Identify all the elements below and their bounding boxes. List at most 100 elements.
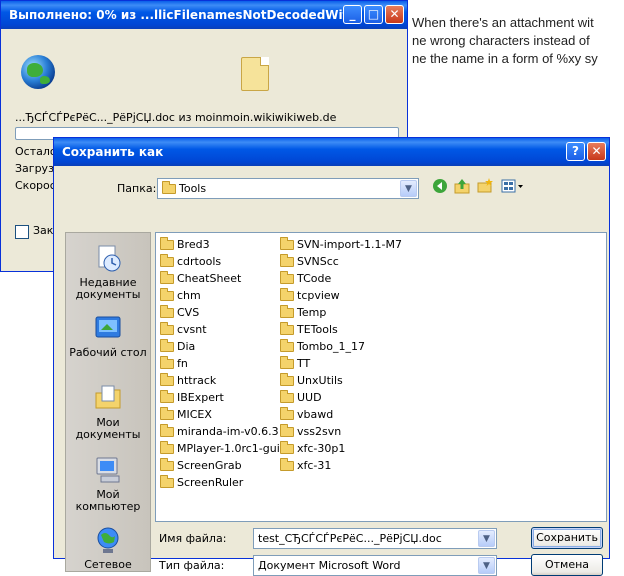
up-folder-icon[interactable] bbox=[453, 178, 471, 196]
folder-icon bbox=[280, 424, 294, 437]
folder-item[interactable]: Tombo_1_17 bbox=[280, 339, 365, 355]
chevron-down-icon[interactable]: ▼ bbox=[478, 530, 495, 547]
folder-item[interactable]: Temp bbox=[280, 305, 326, 321]
folder-icon bbox=[160, 339, 174, 352]
folder-item[interactable]: CheatSheet bbox=[160, 271, 241, 287]
folder-item[interactable]: Dia bbox=[160, 339, 195, 355]
dialog-close-button[interactable]: ✕ bbox=[587, 142, 606, 161]
place-my-documents[interactable]: Мои документы bbox=[66, 383, 150, 441]
cancel-button[interactable]: Отмена bbox=[531, 554, 603, 576]
folder-icon bbox=[160, 356, 174, 369]
filetype-label: Тип файла: bbox=[159, 559, 225, 572]
folder-item[interactable]: vss2svn bbox=[280, 424, 341, 440]
my-documents-icon bbox=[93, 383, 123, 413]
folder-item-label: IBExpert bbox=[177, 391, 224, 404]
folder-item[interactable]: UUD bbox=[280, 390, 322, 406]
folder-item[interactable]: TETools bbox=[280, 322, 338, 338]
new-folder-icon[interactable] bbox=[476, 178, 494, 196]
place-network[interactable]: Сетевое bbox=[66, 525, 150, 571]
folder-icon bbox=[280, 407, 294, 420]
globe-icon bbox=[21, 55, 55, 89]
folder-icon bbox=[280, 254, 294, 267]
folder-item[interactable]: ScreenGrab bbox=[160, 458, 242, 474]
folder-combobox[interactable]: Tools ▼ bbox=[157, 178, 419, 199]
place-label: Мои документы bbox=[75, 416, 141, 441]
folder-item-label: cdrtools bbox=[177, 255, 222, 268]
folder-item[interactable]: MICEX bbox=[160, 407, 212, 423]
folder-item[interactable]: miranda-im-v0.6.3 bbox=[160, 424, 279, 440]
folder-icon bbox=[160, 322, 174, 335]
place-label: Сетевое bbox=[84, 558, 132, 571]
place-desktop[interactable]: Рабочий стол bbox=[66, 313, 150, 359]
place-label: Рабочий стол bbox=[69, 346, 147, 359]
view-menu-icon[interactable] bbox=[500, 178, 526, 196]
save-button[interactable]: Сохранить bbox=[531, 527, 603, 549]
folder-icon bbox=[280, 237, 294, 250]
progress-window-title: Выполнено: 0% из ...llicFilenamesNotDeco… bbox=[9, 8, 363, 22]
save-dialog-titlebar[interactable]: Сохранить как ? ✕ bbox=[54, 138, 609, 166]
folder-icon bbox=[280, 305, 294, 318]
folder-icon bbox=[162, 181, 176, 194]
folder-item-label: SVNScc bbox=[297, 255, 339, 268]
back-icon[interactable] bbox=[431, 178, 449, 196]
recent-documents-icon bbox=[93, 243, 123, 273]
folder-icon bbox=[280, 271, 294, 284]
place-label: Мой компьютер bbox=[75, 488, 141, 513]
chevron-down-icon[interactable]: ▼ bbox=[478, 557, 495, 574]
folder-item-label: vss2svn bbox=[297, 425, 342, 438]
folder-item[interactable]: chm bbox=[160, 288, 201, 304]
folder-file-list[interactable]: Bred3 cdrtools CheatSheet chm CVS cvsnt Dia fn h… bbox=[155, 232, 607, 522]
folder-item[interactable]: TCode bbox=[280, 271, 331, 287]
folder-icon bbox=[280, 458, 294, 471]
filetype-select[interactable]: Документ Microsoft Word ▼ bbox=[253, 555, 497, 576]
folder-item[interactable]: cdrtools bbox=[160, 254, 221, 270]
article-line: ne wrong characters instead of bbox=[412, 33, 590, 48]
folder-item-label: chm bbox=[177, 289, 201, 302]
place-label: Недавние документы bbox=[75, 276, 141, 301]
folder-item-label: tcpview bbox=[297, 289, 340, 302]
folder-item[interactable]: TT bbox=[280, 356, 310, 372]
folder-item[interactable]: ScreenRuler bbox=[160, 475, 243, 491]
folder-item-label: httrack bbox=[177, 374, 217, 387]
folder-item[interactable]: vbawd bbox=[280, 407, 333, 423]
place-my-computer[interactable]: Мой компьютер bbox=[66, 455, 150, 513]
folder-item[interactable]: CVS bbox=[160, 305, 199, 321]
folder-item[interactable]: MPlayer-1.0rc1-gui bbox=[160, 441, 280, 457]
folder-icon bbox=[280, 390, 294, 403]
folder-icon bbox=[280, 373, 294, 386]
folder-item[interactable]: httrack bbox=[160, 373, 216, 389]
minimize-button[interactable]: _ bbox=[343, 5, 362, 24]
folder-item[interactable]: UnxUtils bbox=[280, 373, 343, 389]
close-button[interactable]: ✕ bbox=[385, 5, 404, 24]
folder-item[interactable]: cvsnt bbox=[160, 322, 207, 338]
folder-item[interactable]: IBExpert bbox=[160, 390, 224, 406]
folder-icon bbox=[160, 288, 174, 301]
desktop-icon bbox=[93, 313, 123, 343]
folder-item[interactable]: Bred3 bbox=[160, 237, 210, 253]
chevron-down-icon[interactable]: ▼ bbox=[400, 180, 417, 197]
place-recent-documents[interactable]: Недавние документы bbox=[66, 243, 150, 301]
folder-item[interactable]: fn bbox=[160, 356, 188, 372]
folder-icon bbox=[160, 237, 174, 250]
folder-item-label: MICEX bbox=[177, 408, 212, 421]
filename-input[interactable]: test_СЂСЃСЃРєРёС..._РёРјСЏ.doc ▼ bbox=[253, 528, 497, 549]
network-icon bbox=[93, 525, 123, 555]
folder-item[interactable]: SVN-import-1.1-M7 bbox=[280, 237, 402, 253]
folder-item[interactable]: xfc-30p1 bbox=[280, 441, 345, 457]
folder-icon bbox=[280, 339, 294, 352]
help-button[interactable]: ? bbox=[566, 142, 585, 161]
maximize-button[interactable]: □ bbox=[364, 5, 383, 24]
folder-icon bbox=[160, 424, 174, 437]
folder-item-label: SVN-import-1.1-M7 bbox=[297, 238, 402, 251]
folder-icon bbox=[280, 356, 294, 369]
progress-window-titlebar[interactable]: Выполнено: 0% из ...llicFilenamesNotDeco… bbox=[1, 1, 407, 29]
folder-icon bbox=[160, 475, 174, 488]
folder-icon bbox=[160, 271, 174, 284]
save-as-dialog: Сохранить как ? ✕ Папка: Tools ▼ Недавни… bbox=[53, 137, 610, 576]
folder-item[interactable]: tcpview bbox=[280, 288, 340, 304]
folder-item[interactable]: SVNScc bbox=[280, 254, 339, 270]
folder-item-label: vbawd bbox=[297, 408, 334, 421]
close-on-complete-checkbox[interactable] bbox=[15, 225, 29, 239]
folder-item-label: fn bbox=[177, 357, 188, 370]
folder-item[interactable]: xfc-31 bbox=[280, 458, 331, 474]
